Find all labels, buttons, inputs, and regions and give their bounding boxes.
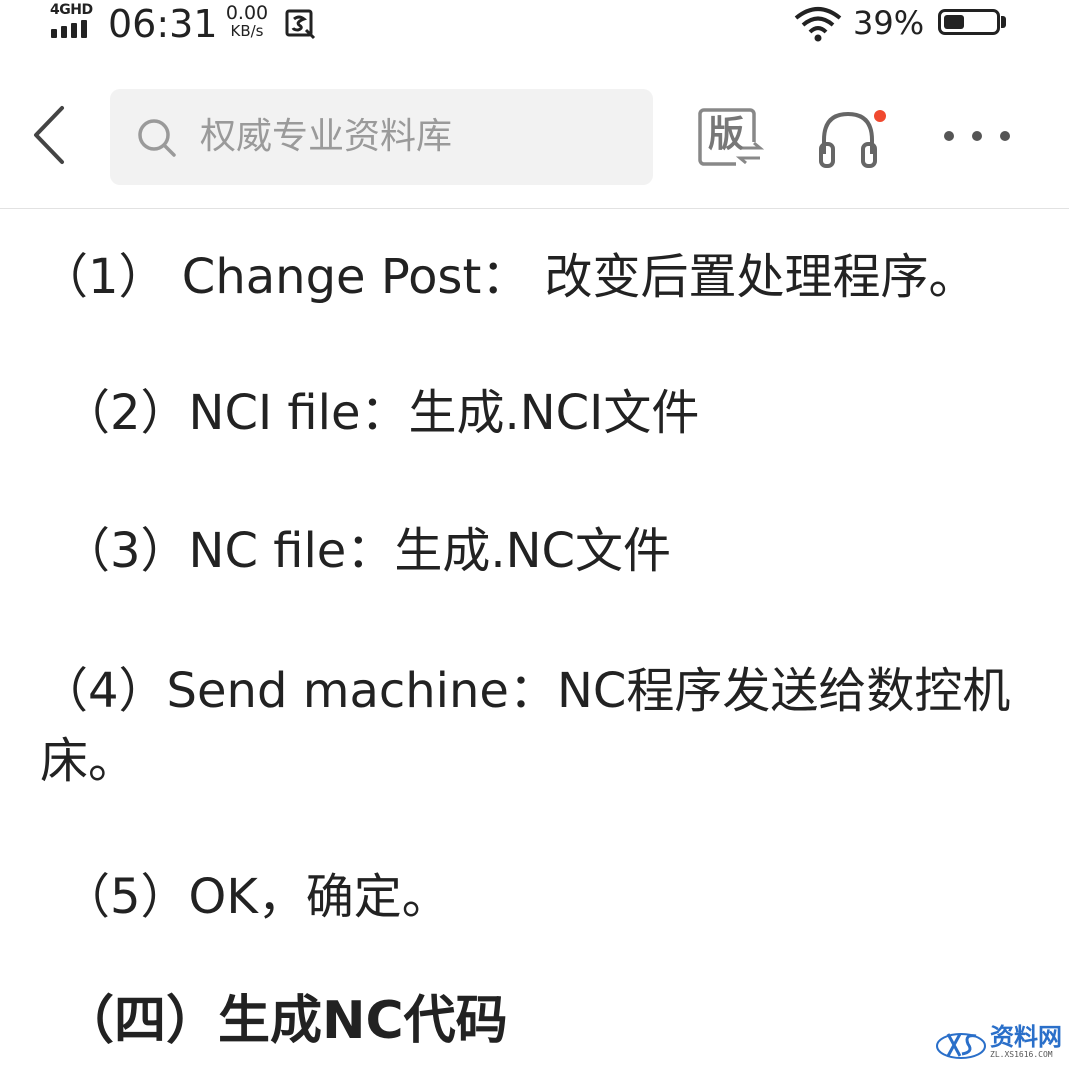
article-paragraph: （5）OK，确定。 <box>62 869 450 925</box>
more-options-button[interactable] <box>940 122 1014 152</box>
status-bar: 4GHD 06:31 0.00 KB/s 39% <box>0 0 1069 52</box>
article-paragraph: （1） Change Post： 改变后置处理程序。 <box>40 249 977 305</box>
article-content: （1） Change Post： 改变后置处理程序。 （2）NCI file：生… <box>0 210 1069 1069</box>
network-speed-unit: KB/s <box>230 22 264 40</box>
network-speed: 0.00 KB/s <box>222 4 272 40</box>
headphones-icon <box>819 111 877 168</box>
chevron-left-icon <box>34 106 64 164</box>
battery-icon <box>938 9 1000 35</box>
battery-percent: 39% <box>853 4 925 42</box>
search-icon <box>138 119 176 157</box>
article-paragraph: （2）NCI file：生成.NCI文件 <box>62 385 700 441</box>
article-paragraph: （4）Send machine：NC程序发送给数控机床。 <box>40 663 1011 789</box>
audio-listen-button[interactable] <box>816 104 888 172</box>
wifi-icon <box>794 7 842 42</box>
more-dot-icon <box>972 131 982 141</box>
network-speed-value: 0.00 <box>225 2 269 24</box>
search-input[interactable]: 权威专业资料库 <box>110 89 653 185</box>
article-paragraph: （3）NC file：生成.NC文件 <box>62 523 672 579</box>
xs-logo-icon <box>936 1033 986 1059</box>
version-switch-button[interactable]: 版 <box>696 106 764 168</box>
section-heading: （四）生成NC代码 <box>62 991 508 1051</box>
watermark-text: 资料网 <box>990 1023 1062 1051</box>
search-placeholder: 权威专业资料库 <box>200 116 453 157</box>
version-label: 版 <box>707 114 744 155</box>
more-dot-icon <box>944 131 954 141</box>
battery-fill <box>944 15 964 29</box>
battery-tip <box>1001 16 1006 28</box>
cellular-signal-icon: 4GHD <box>50 2 100 42</box>
sim-card-icon <box>285 9 316 40</box>
notification-dot <box>874 110 886 122</box>
more-dot-icon <box>1000 131 1010 141</box>
back-button[interactable] <box>26 102 74 168</box>
clock: 06:31 <box>108 2 218 46</box>
nav-bar: 权威专业资料库 版 <box>0 52 1069 209</box>
watermark-url: ZL.XS1616.COM <box>990 1050 1053 1059</box>
network-type: 4GHD <box>50 2 93 18</box>
watermark: 资料网 ZL.XS1616.COM <box>934 1022 1064 1064</box>
